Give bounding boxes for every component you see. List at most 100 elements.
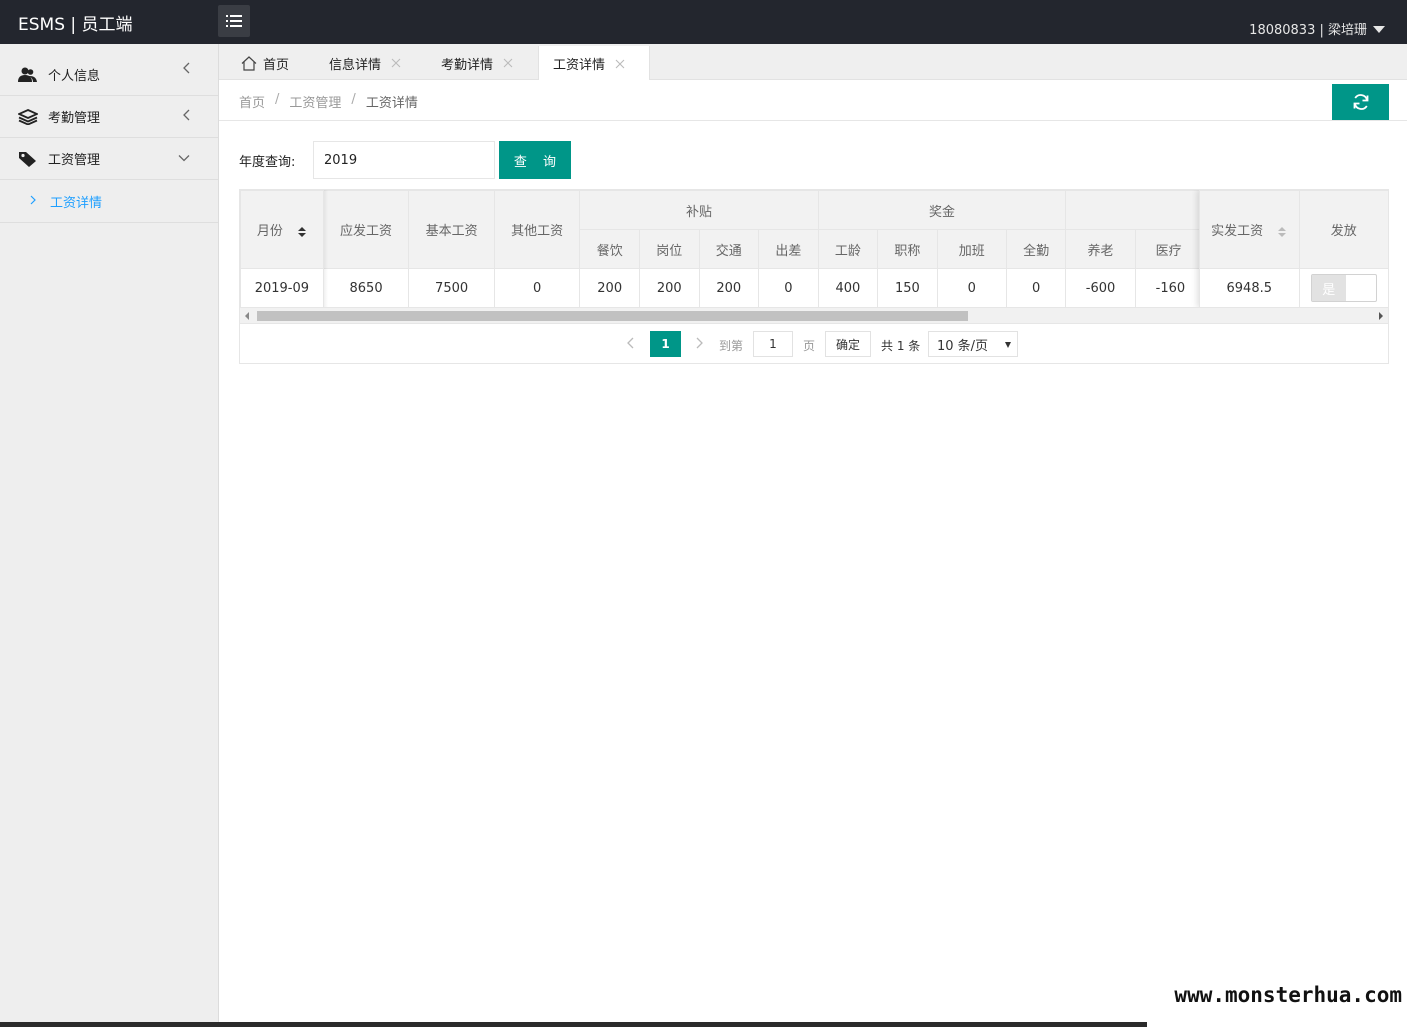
tab-bar: 首页 信息详情 考勤详情 工资详情 [219, 44, 1407, 81]
group-header-blank [1065, 190, 1206, 230]
col-header-net[interactable]: 实发工资 [1199, 190, 1300, 269]
cell-other: 0 [493, 268, 581, 308]
cell-gross: 8650 [322, 268, 410, 308]
col-header-base: 基本工资 [408, 190, 495, 269]
fixed-right-columns: 实发工资 发放 6948.5 是 [1199, 190, 1388, 308]
cell-medical: -160 [1134, 268, 1206, 308]
user-menu[interactable]: 18080833 | 梁培珊 [1249, 19, 1385, 38]
col-header-gross: 应发工资 [322, 190, 410, 269]
table-row: 6948.5 是 [1199, 268, 1388, 308]
breadcrumb-section[interactable]: 工资管理 [289, 92, 341, 111]
horizontal-scrollbar[interactable] [240, 307, 1388, 324]
col-header-other: 其他工资 [493, 190, 581, 269]
scroll-right-icon[interactable] [1379, 312, 1383, 320]
col-header-travel: 出差 [758, 229, 819, 269]
prev-page-icon[interactable] [626, 337, 634, 349]
breadcrumb-current: 工资详情 [365, 96, 418, 111]
caret-down-icon [1005, 342, 1011, 348]
cell-overtime: 0 [936, 268, 1007, 308]
menu-toggle-button[interactable] [218, 5, 250, 37]
sidebar-item-attendance[interactable]: 考勤管理 [0, 96, 218, 138]
cell-net: 6948.5 [1199, 268, 1300, 308]
sidebar-subitem-salary-detail[interactable]: 工资详情 [0, 180, 218, 223]
pagination: 1 到第 页 确定 共 1 条 10 条/页 [240, 325, 1388, 363]
caret-down-icon [1373, 25, 1385, 33]
cell-travel: 0 [758, 268, 819, 308]
refresh-icon [1353, 94, 1368, 110]
breadcrumb: 首页 / 工资管理 / 工资详情 [239, 92, 418, 111]
col-header-month[interactable]: 月份 [240, 190, 324, 269]
sidebar-item-personal-info[interactable]: 个人信息 [0, 44, 218, 96]
col-header-pension: 养老 [1065, 229, 1136, 269]
fixed-column-shadow [324, 190, 328, 308]
sidebar-item-salary[interactable]: 工资管理 [0, 138, 218, 180]
group-header-subsidy: 补贴 [579, 190, 819, 230]
salary-table: 月份 应发工资 基本工资 其他工资 补贴 奖金 餐饮 岗位 交通 出差 工龄 职… [239, 189, 1389, 364]
sort-icon[interactable] [297, 226, 307, 238]
next-page-icon[interactable] [696, 337, 704, 349]
cell-attendance: 0 [1005, 268, 1067, 308]
close-icon[interactable] [391, 58, 401, 68]
year-query-input[interactable] [313, 141, 495, 179]
sidebar-item-label: 个人信息 [48, 69, 101, 84]
tab-label: 信息详情 [329, 57, 382, 73]
layers-icon [18, 107, 38, 127]
sidebar-item-label: 工资管理 [48, 153, 101, 168]
tab-label: 工资详情 [553, 58, 606, 73]
tab-info-detail[interactable]: 信息详情 [329, 46, 401, 80]
tag-icon [18, 149, 38, 169]
cell-traffic: 200 [698, 268, 760, 308]
tab-label: 首页 [263, 57, 290, 73]
page-size-select[interactable]: 10 条/页 [928, 331, 1018, 357]
top-header: ESMS | 员工端 18080833 | 梁培珊 [0, 0, 1407, 44]
users-icon [18, 65, 38, 85]
close-icon[interactable] [615, 59, 625, 69]
hamburger-icon [226, 15, 242, 27]
col-header-attendance: 全勤 [1005, 229, 1067, 269]
cell-pension: -600 [1065, 268, 1136, 308]
col-header-traffic: 交通 [698, 229, 760, 269]
page-current[interactable]: 1 [650, 331, 681, 357]
page-number-input[interactable] [753, 331, 793, 357]
query-button[interactable]: 查 询 [499, 141, 571, 179]
cell-title: 150 [877, 268, 938, 308]
breadcrumb-home[interactable]: 首页 [239, 92, 265, 111]
total-count: 共 1 条 [881, 339, 921, 353]
breadcrumb-separator: / [351, 92, 356, 107]
tab-attendance-detail[interactable]: 考勤详情 [441, 46, 513, 80]
tab-salary-detail[interactable]: 工资详情 [538, 46, 650, 81]
col-header-title: 职称 [877, 229, 938, 269]
watermark: www.monsterhua.com [1171, 983, 1405, 1007]
issued-switch[interactable]: 是 [1310, 274, 1377, 302]
home-icon [241, 55, 257, 71]
tab-label: 考勤详情 [441, 57, 494, 73]
goto-confirm-button[interactable]: 确定 [825, 331, 871, 357]
fixed-right-grid: 实发工资 发放 6948.5 是 [1199, 190, 1388, 308]
switch-knob: 是 [1311, 275, 1346, 301]
col-header-seniority: 工龄 [817, 229, 879, 269]
breadcrumb-separator: / [275, 92, 280, 107]
breadcrumb-bar: 首页 / 工资管理 / 工资详情 [219, 80, 1407, 121]
col-header-medical: 医疗 [1134, 229, 1206, 269]
tab-home[interactable]: 首页 [241, 46, 289, 80]
col-header-meal: 餐饮 [579, 229, 640, 269]
scrollbar-thumb[interactable] [257, 311, 968, 321]
refresh-button[interactable] [1332, 84, 1389, 120]
footer-bar [0, 1022, 1147, 1027]
cell-seniority: 400 [817, 268, 879, 308]
cell-month: 2019-09 [240, 268, 324, 308]
col-header-overtime: 加班 [936, 229, 1007, 269]
page-unit-label: 页 [803, 339, 816, 353]
cell-meal: 200 [579, 268, 640, 308]
cell-base: 7500 [408, 268, 495, 308]
chevron-down-icon [178, 151, 190, 166]
group-header-bonus: 奖金 [817, 190, 1067, 230]
app-logo: ESMS | 员工端 [18, 15, 133, 35]
sort-icon[interactable] [1277, 226, 1287, 238]
scroll-left-icon[interactable] [245, 312, 249, 320]
sidebar-subitem-label: 工资详情 [50, 195, 103, 211]
close-icon[interactable] [503, 58, 513, 68]
sidebar: 个人信息 考勤管理 工资管理 工资详情 [0, 44, 219, 1022]
cell-issued: 是 [1298, 268, 1388, 308]
col-header-post: 岗位 [638, 229, 700, 269]
